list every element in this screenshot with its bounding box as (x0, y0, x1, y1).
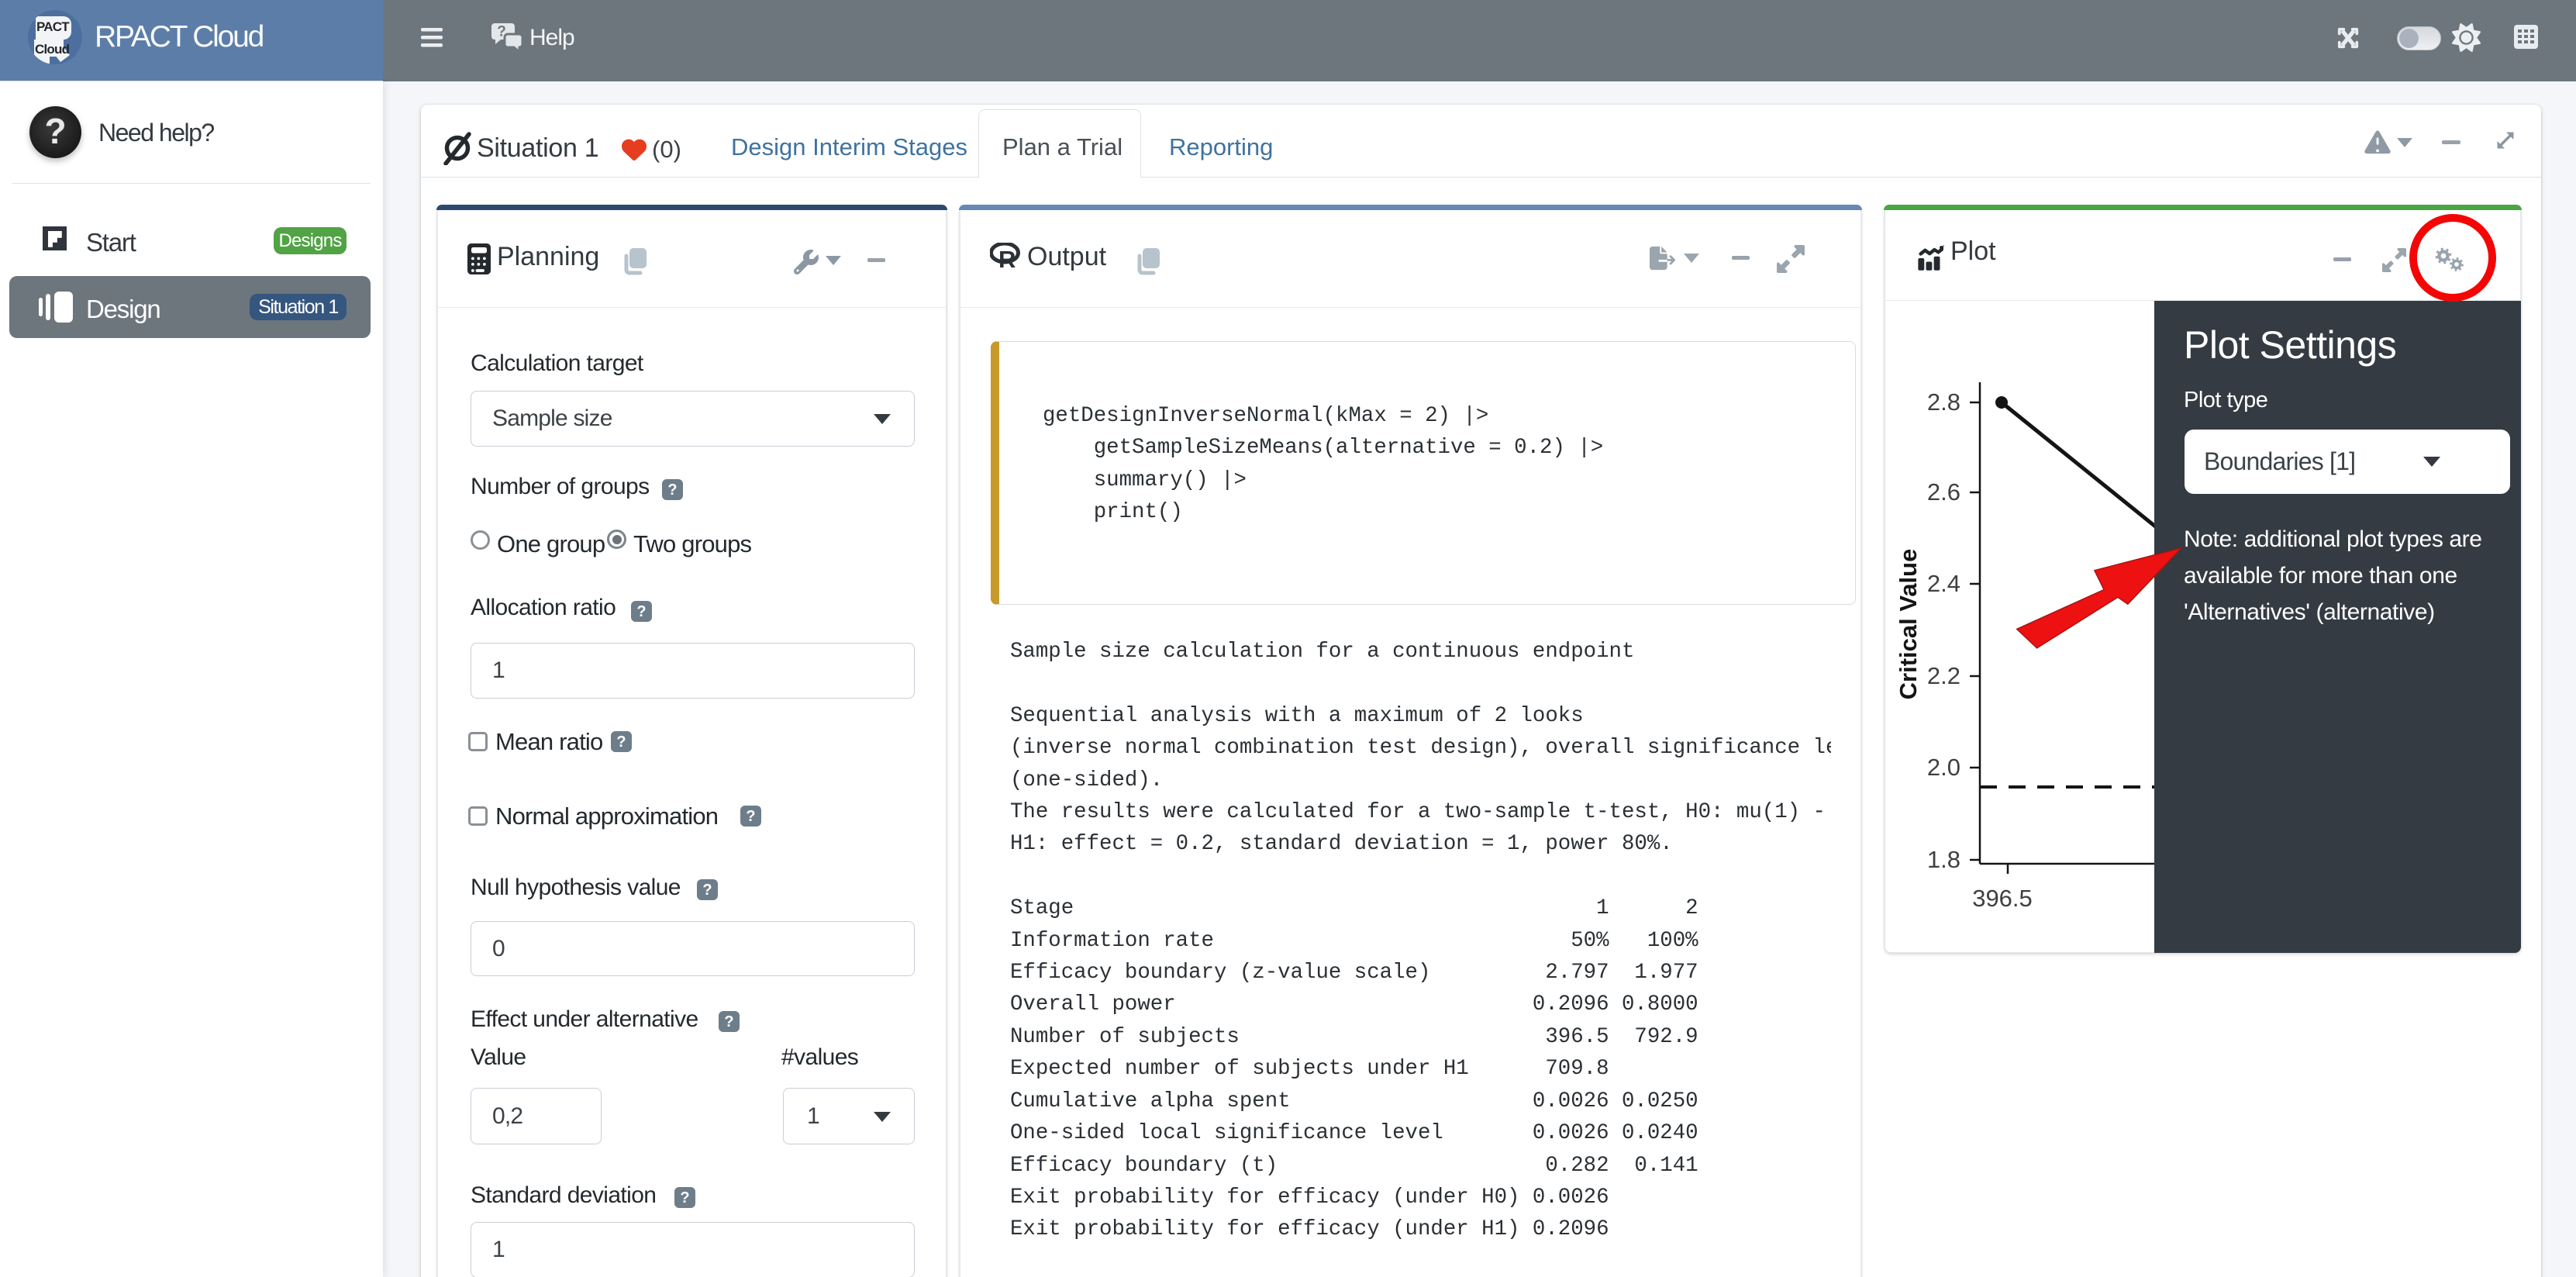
svg-text:2.4: 2.4 (1927, 570, 1960, 597)
svg-text:R: R (998, 246, 1016, 271)
svg-text:2.2: 2.2 (1927, 662, 1960, 689)
svg-text:PACT: PACT (36, 19, 70, 34)
svg-text:396.5: 396.5 (1972, 885, 2033, 912)
svg-text:1.8: 1.8 (1927, 846, 1960, 873)
svg-text:2.8: 2.8 (1927, 388, 1960, 416)
svg-text:Cloud: Cloud (35, 42, 70, 57)
svg-text:2.6: 2.6 (1927, 478, 1960, 506)
svg-text:2.0: 2.0 (1927, 754, 1960, 781)
svg-text:Critical Value: Critical Value (1895, 549, 1922, 700)
